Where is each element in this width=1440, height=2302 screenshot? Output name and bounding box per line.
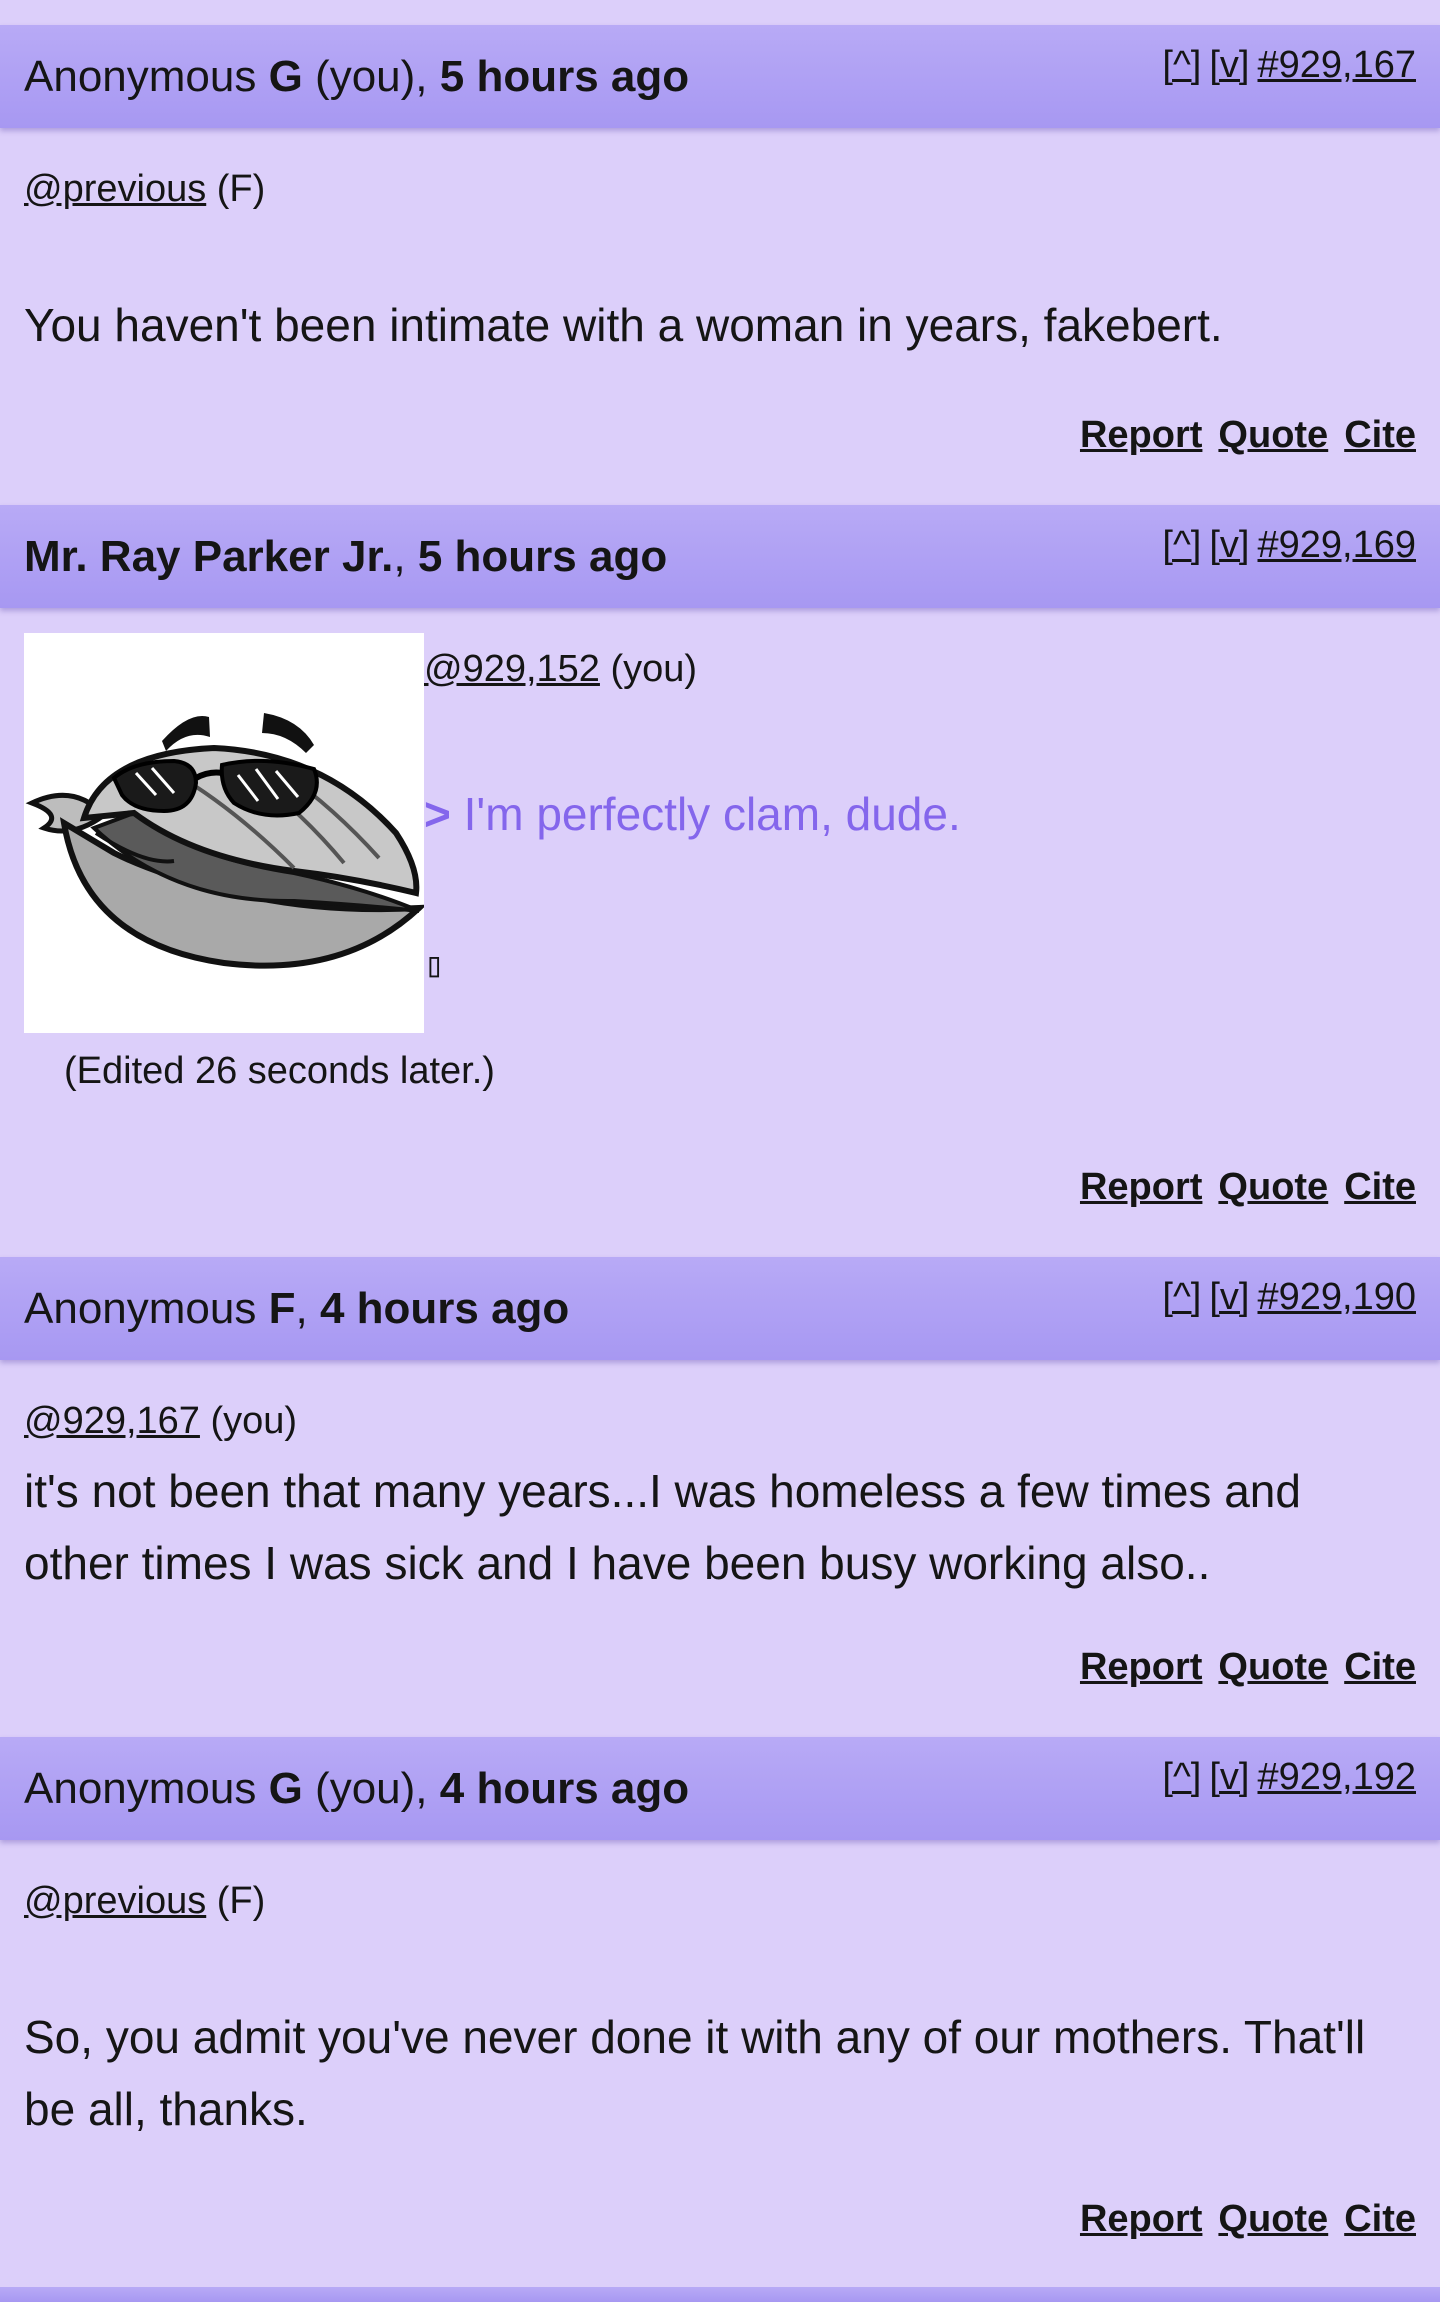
post-actions: Report Quote Cite xyxy=(1064,1165,1416,1209)
post-id-link[interactable]: #929,190 xyxy=(1258,1276,1417,1318)
post-nav: [^] [v] #929,190 xyxy=(1154,1275,1416,1319)
reply-ref-suffix: (you) xyxy=(599,648,698,690)
reply-ref-suffix: (you) xyxy=(199,1400,298,1442)
nav-down-link[interactable]: [v] xyxy=(1209,1756,1249,1798)
author-name: Mr. Ray Parker Jr. xyxy=(24,532,394,581)
post-body: @previous (F) You haven't been intimate … xyxy=(24,167,1416,361)
clam-icon xyxy=(25,713,428,969)
edited-note: (Edited 26 seconds later.) xyxy=(64,1050,495,1092)
top-strip xyxy=(0,0,1440,22)
thread: Anonymous G (you), 5 hours ago [^] [v] #92… xyxy=(0,0,1440,2302)
nav-up-link[interactable]: [^] xyxy=(1162,44,1201,86)
post-929169: Mr. Ray Parker Jr., 5 hours ago [^] [v] #9… xyxy=(0,505,1440,1257)
nav-down-link[interactable]: [v] xyxy=(1209,524,1249,566)
report-link[interactable]: Report xyxy=(1080,1646,1202,1688)
author-suffix: (you), xyxy=(302,1764,428,1813)
post-time: 5 hours ago xyxy=(417,532,668,581)
nav-up-link[interactable]: [^] xyxy=(1162,1276,1201,1318)
reply-ref-suffix: (F) xyxy=(206,168,266,210)
post-time: 4 hours ago xyxy=(319,1284,570,1333)
greentext-quote: > I'm perfectly clam, dude. xyxy=(424,787,961,841)
author-letter: G xyxy=(268,52,303,101)
reply-ref-link[interactable]: @previous xyxy=(24,168,206,210)
reply-ref-link[interactable]: @previous xyxy=(24,1880,206,1922)
author-suffix: (you), xyxy=(302,52,428,101)
post-text-line-2: be all, thanks. xyxy=(24,2083,308,2135)
post-body: @929,167 (you) it's not been that many y… xyxy=(24,1399,1416,1599)
post-929192: Anonymous G (you), 4 hours ago [^] [v] #92… xyxy=(0,1737,1440,2287)
quote-link[interactable]: Quote xyxy=(1218,414,1328,456)
report-link[interactable]: Report xyxy=(1080,1166,1202,1208)
post-header: Mr. Ray Parker Jr., 5 hours ago [^] [v] #9… xyxy=(0,505,1440,608)
post-text-line-1: So, you admit you've never done it with … xyxy=(24,2011,1366,2063)
post-id-link[interactable]: #929,192 xyxy=(1258,1756,1417,1798)
nav-up-link[interactable]: [^] xyxy=(1162,524,1201,566)
post-body: @929,152 (you) xyxy=(424,647,697,691)
author-letter: G xyxy=(268,1764,303,1813)
cite-link[interactable]: Cite xyxy=(1344,414,1416,456)
post-header: Anonymous G (you), 4 hours ago [^] [v] #92… xyxy=(0,1737,1440,1840)
author-line: Anonymous F, 4 hours ago xyxy=(24,1283,569,1335)
author-suffix: , xyxy=(393,532,406,581)
reply-ref: @previous (F) xyxy=(24,167,1416,211)
post-text-line-2: other times I was sick and I have been b… xyxy=(24,1537,1211,1589)
post-929167: Anonymous G (you), 5 hours ago [^] [v] #92… xyxy=(0,25,1440,505)
report-link[interactable]: Report xyxy=(1080,414,1202,456)
post-nav: [^] [v] #929,169 xyxy=(1154,523,1416,567)
reply-ref-suffix: (F) xyxy=(206,1880,266,1922)
post-id-link[interactable]: #929,167 xyxy=(1258,44,1417,86)
post-body: @previous (F) So, you admit you've never… xyxy=(24,1879,1416,2145)
post-actions: Report Quote Cite xyxy=(1064,1645,1416,1689)
author-line: Anonymous G (you), 5 hours ago xyxy=(24,51,689,103)
cite-link[interactable]: Cite xyxy=(1344,1166,1416,1208)
post-time: 4 hours ago xyxy=(439,1764,690,1813)
report-link[interactable]: Report xyxy=(1080,2198,1202,2240)
quote-link[interactable]: Quote xyxy=(1218,1166,1328,1208)
reply-ref: @929,167 (you) xyxy=(24,1399,1416,1443)
cite-link[interactable]: Cite xyxy=(1344,2198,1416,2240)
post-id-link[interactable]: #929,169 xyxy=(1258,524,1417,566)
author-name: Anonymous xyxy=(24,1764,269,1813)
quote-link[interactable]: Quote xyxy=(1218,2198,1328,2240)
clam-with-sunglasses-image[interactable] xyxy=(24,633,428,1033)
author-letter: F xyxy=(268,1284,296,1333)
post-header: Anonymous G (you), 5 hours ago [^] [v] #92… xyxy=(0,25,1440,128)
nav-up-link[interactable]: [^] xyxy=(1162,1756,1201,1798)
reply-ref-link[interactable]: @929,152 xyxy=(424,648,600,690)
greentext-body: I'm perfectly clam, dude. xyxy=(450,788,961,840)
nav-down-link[interactable]: [v] xyxy=(1209,44,1249,86)
author-suffix: , xyxy=(295,1284,308,1333)
post-actions: Report Quote Cite xyxy=(1064,413,1416,457)
quote-link[interactable]: Quote xyxy=(1218,1646,1328,1688)
post-text: You haven't been intimate with a woman i… xyxy=(24,299,1223,351)
next-post-header-edge xyxy=(0,2287,1440,2302)
post-929190: Anonymous F, 4 hours ago [^] [v] #929,190 … xyxy=(0,1257,1440,1737)
post-nav: [^] [v] #929,167 xyxy=(1154,43,1416,87)
author-name: Anonymous xyxy=(24,1284,269,1333)
greentext-arrow: > xyxy=(424,788,451,840)
missing-glyph: ▯ xyxy=(424,945,445,985)
author-line: Anonymous G (you), 4 hours ago xyxy=(24,1763,689,1815)
post-time: 5 hours ago xyxy=(439,52,690,101)
author-name: Anonymous xyxy=(24,52,269,101)
cite-link[interactable]: Cite xyxy=(1344,1646,1416,1688)
post-nav: [^] [v] #929,192 xyxy=(1154,1755,1416,1799)
reply-ref-link[interactable]: @929,167 xyxy=(24,1400,200,1442)
nav-down-link[interactable]: [v] xyxy=(1209,1276,1249,1318)
author-line: Mr. Ray Parker Jr., 5 hours ago xyxy=(24,531,667,583)
reply-ref: @previous (F) xyxy=(24,1879,1416,1923)
post-actions: Report Quote Cite xyxy=(1064,2197,1416,2241)
post-text-line-1: it's not been that many years...I was ho… xyxy=(24,1465,1301,1517)
post-header: Anonymous F, 4 hours ago [^] [v] #929,190 xyxy=(0,1257,1440,1360)
